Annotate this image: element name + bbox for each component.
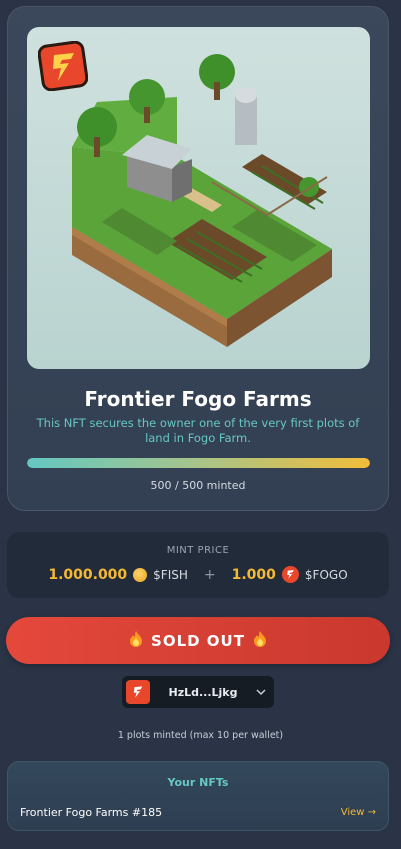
chevron-down-icon — [256, 689, 266, 696]
nft-item-name: Frontier Fogo Farms #185 — [20, 806, 163, 819]
fish-amount: 1.000.000 — [48, 566, 128, 583]
nft-title: Frontier Fogo Farms — [84, 387, 312, 411]
fish-token: $FISH — [153, 567, 188, 582]
mint-progress-bar — [27, 458, 370, 468]
mint-progress-fill — [27, 458, 370, 468]
mint-price-label: MINT PRICE — [166, 545, 230, 556]
fogo-coin-icon — [281, 566, 299, 583]
fish-coin-icon — [133, 567, 148, 582]
plots-minted-text: 1 plots minted (max 10 per wallet) — [117, 730, 284, 741]
fogo-amount: 1.000 — [231, 566, 276, 583]
your-nfts-panel: Your NFTs Frontier Fogo Farms #185 View … — [7, 761, 389, 831]
fogo-token: $FOGO — [304, 567, 348, 582]
fogo-logo-icon — [37, 40, 89, 92]
nft-artwork — [27, 27, 370, 369]
fire-icon — [253, 630, 267, 651]
wallet-selector[interactable]: HzLd...Ljkg — [122, 676, 274, 708]
wallet-address: HzLd...Ljkg — [168, 685, 238, 699]
mint-page: Frontier Fogo Farms This NFT secures the… — [0, 0, 401, 849]
list-item: Frontier Fogo Farms #185 View → — [20, 806, 376, 819]
view-link[interactable]: View → — [341, 807, 376, 818]
sold-out-button[interactable]: SOLD OUT — [6, 617, 390, 664]
nft-description: This NFT secures the owner one of the ve… — [36, 416, 360, 445]
sold-out-label: SOLD OUT — [151, 631, 245, 650]
fire-icon — [129, 630, 143, 651]
wallet-logo-icon — [126, 680, 150, 704]
mint-price-box: MINT PRICE 1.000.000 $FISH + 1.000 $FOGO — [7, 532, 389, 598]
mint-price-row: 1.000.000 $FISH + 1.000 $FOGO — [7, 566, 389, 583]
your-nfts-title: Your NFTs — [167, 776, 229, 789]
plus-sign: + — [203, 566, 216, 583]
minted-count: 500 / 500 minted — [150, 479, 246, 492]
nft-card: Frontier Fogo Farms This NFT secures the… — [7, 6, 389, 511]
